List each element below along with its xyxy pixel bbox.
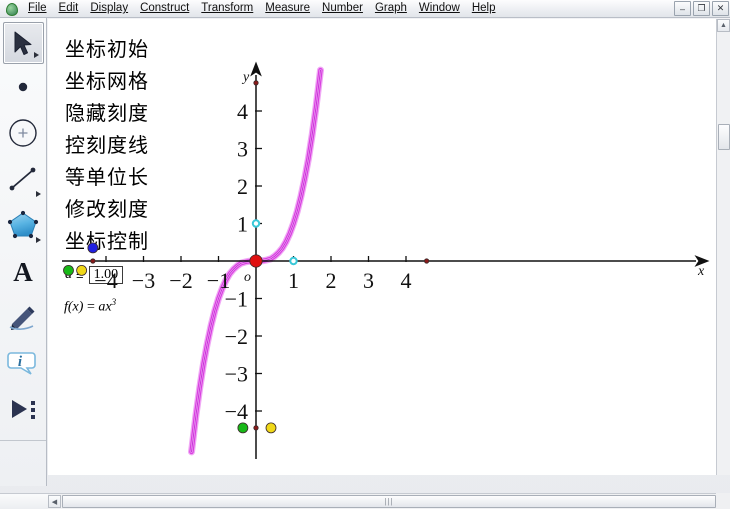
sketch-canvas[interactable]: 坐标初始 坐标网格 隐藏刻度 控刻度线 等单位长 修改刻度 坐标控制 a = 1… xyxy=(48,19,716,475)
information-tool[interactable]: i xyxy=(0,340,45,386)
arrow-icon xyxy=(14,31,32,55)
menu-transform[interactable]: Transform xyxy=(195,0,259,17)
window-controls: – ❐ ✕ xyxy=(674,1,729,16)
red-control-point-lower[interactable] xyxy=(253,425,259,431)
coordinate-plot[interactable]: −4 −3 −2 −1 1 2 3 44321−1−2−3−4 x y o xyxy=(48,19,716,475)
y-tick-label: −2 xyxy=(225,324,248,349)
origin-label: o xyxy=(244,270,251,285)
circle-icon xyxy=(8,119,37,147)
straightedge-tool-flyout-arrow-icon[interactable] xyxy=(36,191,41,197)
pen-icon xyxy=(9,306,34,330)
x-tick-label: −2 xyxy=(169,268,192,293)
info-icon: i xyxy=(6,352,36,375)
green-control-point-lower[interactable] xyxy=(237,422,249,434)
menu-number[interactable]: Number xyxy=(316,0,369,17)
menu-edit[interactable]: Edit xyxy=(53,0,85,17)
menu-help[interactable]: Help xyxy=(466,0,502,17)
status-bar-left xyxy=(0,493,48,509)
y-unit-point[interactable] xyxy=(251,219,261,228)
scroll-up-button[interactable]: ▲ xyxy=(717,19,730,32)
y-tick-label: −1 xyxy=(225,287,248,312)
y-tick-label: 1 xyxy=(237,212,248,237)
polygon-tool[interactable] xyxy=(0,202,45,248)
point-icon xyxy=(18,82,27,92)
text-a-icon: A xyxy=(13,257,33,286)
green-control-point[interactable] xyxy=(63,264,74,276)
yellow-control-point-lower[interactable] xyxy=(265,422,277,434)
minimize-button[interactable]: – xyxy=(674,1,691,16)
menu-construct[interactable]: Construct xyxy=(134,0,195,17)
marker-tool[interactable] xyxy=(0,294,45,340)
scroll-left-button[interactable]: ◀ xyxy=(48,495,61,508)
polygon-icon xyxy=(7,210,38,239)
restore-button[interactable]: ❐ xyxy=(693,1,710,16)
vertical-scrollbar[interactable]: ▲ xyxy=(716,19,730,475)
custom-tool[interactable] xyxy=(0,386,45,432)
y-tick-label: −3 xyxy=(225,362,248,387)
menu-graph[interactable]: Graph xyxy=(369,0,413,17)
yellow-control-point[interactable] xyxy=(76,264,88,276)
x-tick-label: 1 xyxy=(288,268,299,293)
horizontal-scroll-thumb[interactable]: ||| xyxy=(62,495,716,508)
x-tick-label: 3 xyxy=(363,268,374,293)
arrow-select-tool[interactable] xyxy=(2,22,44,64)
menu-measure[interactable]: Measure xyxy=(259,0,316,17)
y-tick-label: 2 xyxy=(237,174,248,199)
x-unit-point[interactable] xyxy=(289,256,298,266)
sketchpad-window: File Edit Display Construct Transform Me… xyxy=(0,0,730,509)
blue-control-point[interactable] xyxy=(87,242,99,254)
axis-anchor-point[interactable] xyxy=(90,258,96,264)
x-tick-label: −4 xyxy=(94,268,117,293)
menu-file[interactable]: File xyxy=(22,0,53,17)
menu-window[interactable]: Window xyxy=(413,0,466,17)
segment-icon xyxy=(9,167,35,191)
x-axis-arrow-point[interactable] xyxy=(424,258,430,264)
custom-tools-icon xyxy=(11,400,35,419)
office-brand-en: Office xyxy=(655,474,716,475)
toolbar-divider xyxy=(0,440,46,441)
origin-point[interactable] xyxy=(249,254,263,268)
axes xyxy=(62,61,710,459)
vertical-scroll-thumb[interactable] xyxy=(718,124,730,150)
y-tick-label: −4 xyxy=(225,399,248,424)
polygon-tool-flyout-arrow-icon[interactable] xyxy=(36,237,41,243)
y-tick-label: 3 xyxy=(237,137,248,162)
text-tool[interactable]: A xyxy=(0,248,45,294)
x-axis-label: x xyxy=(697,264,705,279)
x-tick-label: 4 xyxy=(401,268,412,293)
tool-palette: A i xyxy=(0,18,47,486)
app-logo-icon xyxy=(3,2,19,16)
menu-bar: File Edit Display Construct Transform Me… xyxy=(0,0,730,18)
straightedge-tool[interactable] xyxy=(0,156,45,202)
horizontal-scrollbar[interactable]: ◀ ||| ▶ xyxy=(48,493,730,509)
svg-text:A: A xyxy=(13,257,33,286)
x-tick-label: −3 xyxy=(132,268,155,293)
y-axis-label: y xyxy=(241,70,250,85)
y-tick-label: 4 xyxy=(237,99,248,124)
point-tool[interactable] xyxy=(0,64,45,110)
x-tick-label: 2 xyxy=(326,268,337,293)
menu-display[interactable]: Display xyxy=(84,0,134,17)
compass-circle-tool[interactable] xyxy=(0,110,45,156)
arrow-tool-flyout-arrow-icon[interactable] xyxy=(33,52,39,58)
scrollbar-corner xyxy=(716,493,730,509)
close-button[interactable]: ✕ xyxy=(712,1,729,16)
y-axis-arrow-point[interactable] xyxy=(253,80,259,86)
